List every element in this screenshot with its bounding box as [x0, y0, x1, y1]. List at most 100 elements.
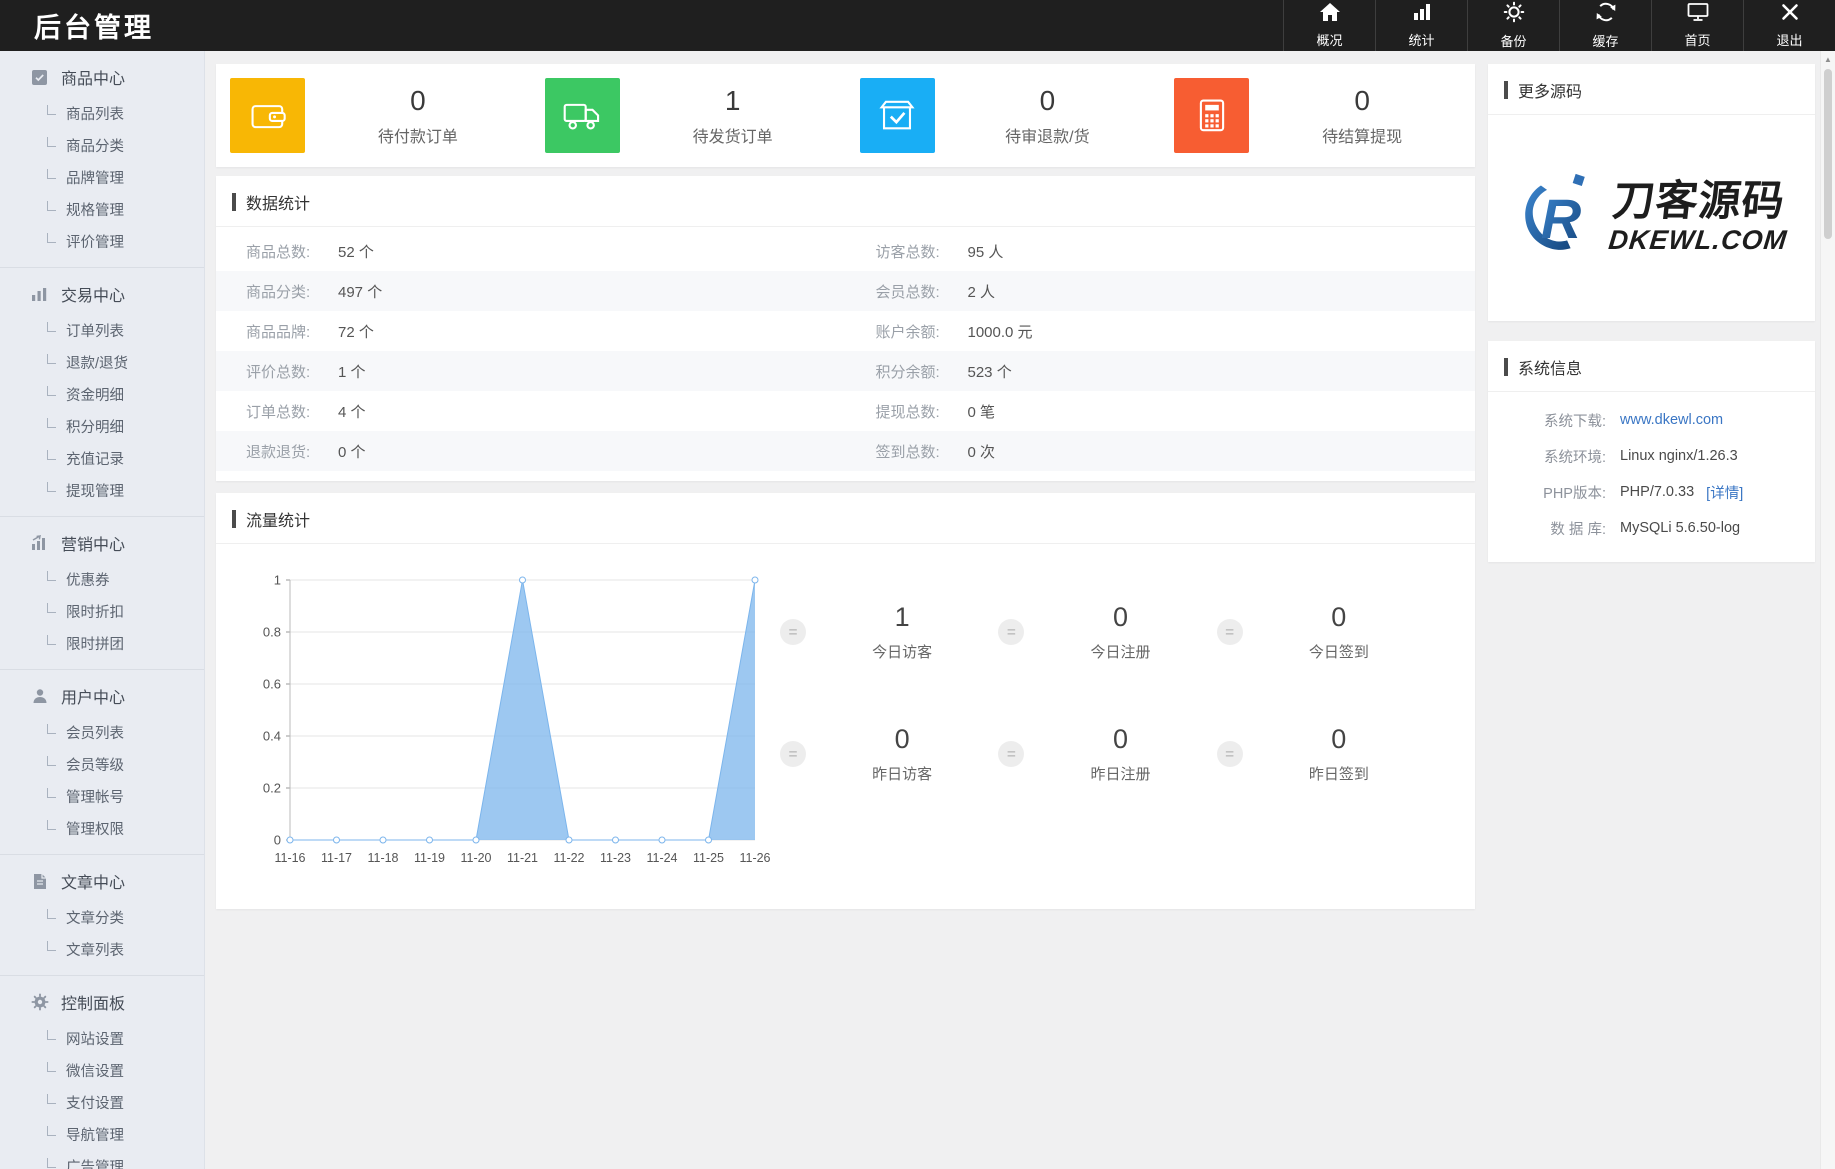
- sidebar-section-control-panel[interactable]: 控制面板: [0, 982, 204, 1022]
- data-stats-row: 商品总数: 52 个 访客总数: 95 人: [216, 231, 1475, 271]
- traffic-chart-container: 00.20.40.60.8111-1611-1711-1811-1911-201…: [230, 558, 770, 893]
- sidebar-item[interactable]: 管理权限: [0, 812, 204, 844]
- sidebar: 商品中心 商品列表 商品分类 品牌管理 规格管理 评价管理 交易中心 订单列表 …: [0, 51, 205, 1169]
- sidebar-item[interactable]: 品牌管理: [0, 161, 204, 193]
- bar-chart-icon: [30, 287, 49, 302]
- svg-text:11-23: 11-23: [600, 851, 631, 865]
- sidebar-item[interactable]: 限时拼团: [0, 627, 204, 659]
- sidebar-section-marketing[interactable]: 营销中心: [0, 523, 204, 563]
- sidebar-item[interactable]: 商品列表: [0, 97, 204, 129]
- sidebar-item[interactable]: 优惠券: [0, 563, 204, 595]
- sidebar-item[interactable]: 文章分类: [0, 901, 204, 933]
- tree-branch-icon: [47, 1030, 56, 1040]
- divider: [0, 854, 204, 855]
- calculator-icon: [1174, 78, 1249, 153]
- sidebar-item[interactable]: 提现管理: [0, 474, 204, 506]
- stat-row-value: 1 个: [338, 361, 366, 382]
- svg-text:11-20: 11-20: [460, 851, 491, 865]
- nav-frontend-home[interactable]: 首页: [1651, 0, 1743, 51]
- sidebar-item[interactable]: 订单列表: [0, 314, 204, 346]
- sidebar-item[interactable]: 微信设置: [0, 1054, 204, 1086]
- nav-cache[interactable]: 缓存: [1559, 0, 1651, 51]
- sidebar-item[interactable]: 资金明细: [0, 378, 204, 410]
- sidebar-item[interactable]: 广告管理: [0, 1150, 204, 1169]
- tree-branch-icon: [47, 169, 56, 179]
- tree-branch-icon: [47, 105, 56, 115]
- stat-label: 待结算提现: [1249, 123, 1475, 147]
- system-download-link[interactable]: www.dkewl.com: [1620, 412, 1723, 428]
- traffic-counter: = 0 昨日访客: [780, 724, 998, 784]
- sidebar-item[interactable]: 积分明细: [0, 410, 204, 442]
- sidebar-item[interactable]: 限时折扣: [0, 595, 204, 627]
- stat-row-label: 商品总数:: [246, 241, 338, 262]
- sidebar-section-goods[interactable]: 商品中心: [0, 57, 204, 97]
- system-info-rows: 系统下载: www.dkewl.com 系统环境: Linux nginx/1.…: [1488, 392, 1815, 546]
- counter-label: 今日访客: [806, 641, 998, 662]
- counter-value: 0: [1024, 602, 1216, 633]
- php-version-row: PHP版本: PHP/7.0.33 [详情]: [1488, 474, 1815, 510]
- monitor-icon: [1687, 2, 1709, 27]
- stat-pending-shipment: 1 待发货订单: [531, 64, 846, 167]
- tree-branch-icon: [47, 1126, 56, 1136]
- sidebar-item[interactable]: 会员列表: [0, 716, 204, 748]
- counter-label: 今日注册: [1024, 641, 1216, 662]
- accent-bar: [1504, 81, 1508, 99]
- tree-branch-icon: [47, 788, 56, 798]
- sidebar-section-users[interactable]: 用户中心: [0, 676, 204, 716]
- sidebar-item[interactable]: 评价管理: [0, 225, 204, 257]
- data-stats-row: 商品品牌: 72 个 账户余额: 1000.0 元: [216, 311, 1475, 351]
- traffic-statistics-title: 流量统计: [216, 493, 1475, 544]
- data-statistics-rows: 商品总数: 52 个 访客总数: 95 人 商品分类: 497 个: [216, 227, 1475, 481]
- sidebar-section-articles[interactable]: 文章中心: [0, 861, 204, 901]
- sidebar-item[interactable]: 管理帐号: [0, 780, 204, 812]
- nav-overview[interactable]: 概况: [1283, 0, 1375, 51]
- sidebar-item[interactable]: 文章列表: [0, 933, 204, 965]
- system-download-row: 系统下载: www.dkewl.com: [1488, 402, 1815, 438]
- sidebar-item[interactable]: 支付设置: [0, 1086, 204, 1118]
- sidebar-item[interactable]: 导航管理: [0, 1118, 204, 1150]
- scroll-up-arrow[interactable]: ▲: [1821, 55, 1835, 64]
- svg-text:0.4: 0.4: [263, 729, 281, 744]
- stat-row-label: 退款退货:: [246, 441, 338, 462]
- stat-row-label: 积分余额:: [876, 361, 968, 382]
- data-stats-row: 退款退货: 0 个 签到总数: 0 次: [216, 431, 1475, 471]
- svg-text:11-22: 11-22: [553, 851, 584, 865]
- sidebar-item[interactable]: 会员等级: [0, 748, 204, 780]
- nav-statistics[interactable]: 统计: [1375, 0, 1467, 51]
- sidebar-item[interactable]: 充值记录: [0, 442, 204, 474]
- scrollbar: ▲: [1820, 51, 1835, 1169]
- dkewl-logo[interactable]: R 刀客源码 DKEWL.COM: [1488, 115, 1815, 321]
- stat-value: 0: [305, 85, 531, 117]
- traffic-counter: = 0 昨日签到: [1217, 724, 1435, 784]
- counter-value: 0: [1024, 724, 1216, 755]
- traffic-counter: = 1 今日访客: [780, 602, 998, 662]
- gear-icon: [1503, 1, 1525, 28]
- php-detail-link[interactable]: [详情]: [1706, 482, 1743, 503]
- stat-value: 0: [935, 85, 1161, 117]
- stat-row-label: 订单总数:: [246, 401, 338, 422]
- svg-text:1: 1: [274, 573, 281, 588]
- sidebar-item[interactable]: 规格管理: [0, 193, 204, 225]
- counter-value: 0: [1243, 602, 1435, 633]
- sidebar-section-trade[interactable]: 交易中心: [0, 274, 204, 314]
- counter-label: 昨日注册: [1024, 763, 1216, 784]
- data-statistics-card: 数据统计 商品总数: 52 个 访客总数: 95 人: [216, 176, 1475, 481]
- counter-label: 昨日签到: [1243, 763, 1435, 784]
- svg-text:0.6: 0.6: [263, 677, 281, 692]
- sidebar-item[interactable]: 商品分类: [0, 129, 204, 161]
- truck-icon: [545, 78, 620, 153]
- svg-text:11-24: 11-24: [646, 851, 677, 865]
- nav-logout[interactable]: 退出: [1743, 0, 1835, 51]
- nav-backup[interactable]: 备份: [1467, 0, 1559, 51]
- scrollbar-thumb[interactable]: [1824, 69, 1832, 239]
- sidebar-item[interactable]: 网站设置: [0, 1022, 204, 1054]
- tree-branch-icon: [47, 137, 56, 147]
- tree-branch-icon: [47, 1094, 56, 1104]
- traffic-area-chart: 00.20.40.60.8111-1611-1711-1811-1911-201…: [230, 558, 770, 888]
- stat-row-value: 523 个: [968, 361, 1012, 382]
- svg-text:0: 0: [274, 833, 281, 848]
- tree-branch-icon: [47, 909, 56, 919]
- sidebar-item[interactable]: 退款/退货: [0, 346, 204, 378]
- svg-text:0.8: 0.8: [263, 625, 281, 640]
- stat-row-label: 访客总数:: [876, 241, 968, 262]
